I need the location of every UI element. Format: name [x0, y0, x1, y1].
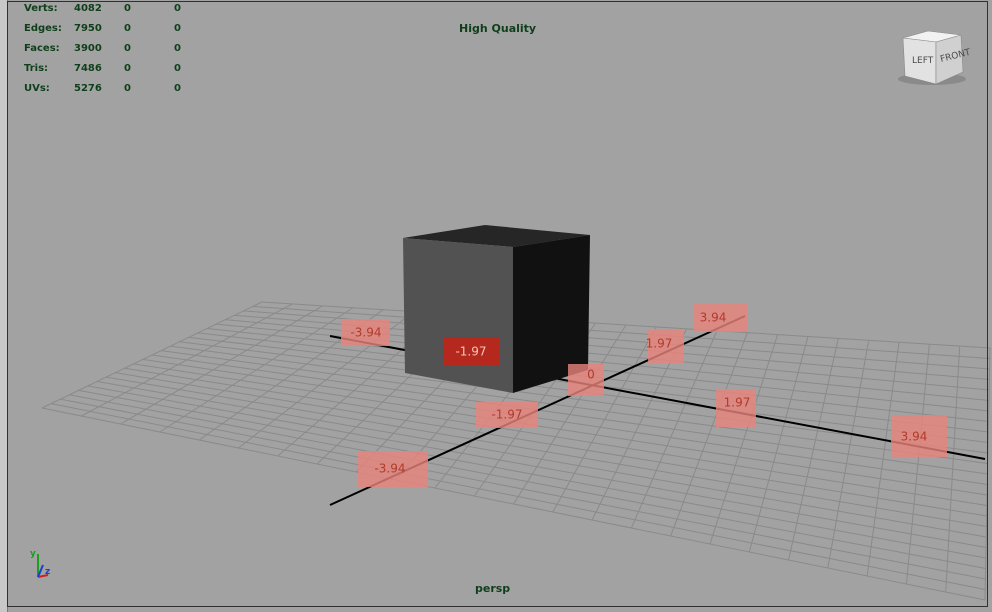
measure-label-x-pos-near[interactable]: 1.97 [646, 329, 684, 363]
svg-text:-1.97: -1.97 [455, 345, 486, 359]
quality-mode-label: High Quality [459, 22, 537, 35]
left-panel-edge[interactable] [0, 0, 8, 612]
grid-line [827, 340, 870, 569]
svg-text:3.94: 3.94 [901, 430, 928, 444]
svg-text:-3.94: -3.94 [350, 326, 381, 340]
measure-label-z-neg-near[interactable]: -1.97 [443, 337, 500, 366]
svg-text:0: 0 [587, 368, 595, 382]
poly-count-hud: Verts: 4082 0 0 Edges: 7950 0 0 Faces: 3… [24, 3, 181, 94]
cube-front-face[interactable] [403, 238, 513, 393]
measure-label-origin[interactable]: 0 [568, 364, 604, 396]
persp-viewport[interactable]: -3.94 -1.97 -1.97 -3.94 0 1.97 3.94 1.97… [0, 0, 992, 612]
view-cube-left-label: LEFT [912, 56, 934, 66]
measure-label-x-neg-far[interactable]: -3.94 [358, 451, 428, 487]
svg-text:1.97: 1.97 [724, 396, 751, 410]
measure-label-x-neg-near[interactable]: -1.97 [476, 402, 538, 428]
svg-text:1.97: 1.97 [646, 337, 673, 351]
svg-text:-3.94: -3.94 [374, 462, 405, 476]
grid-line [905, 344, 930, 585]
axis-y-label: y [30, 549, 36, 559]
polygon-cube[interactable] [403, 225, 590, 393]
axis-z-label: z [45, 567, 50, 577]
grid-line [709, 334, 779, 545]
grid-line [788, 338, 839, 561]
axis-gizmo: y z [30, 549, 50, 578]
svg-text:3.94: 3.94 [700, 311, 727, 325]
camera-name-label: persp [475, 582, 511, 595]
grid-line [670, 332, 748, 537]
measure-label-z-pos-far[interactable]: 3.94 [891, 415, 947, 457]
svg-text:-1.97: -1.97 [491, 408, 522, 422]
measure-label-z-neg-far[interactable]: -3.94 [341, 319, 390, 346]
grid-line [945, 346, 961, 593]
measure-label-x-pos-far[interactable]: 3.94 [694, 304, 747, 332]
measure-label-z-pos-near[interactable]: 1.97 [716, 389, 756, 427]
view-cube[interactable]: LEFT FRONT [898, 30, 972, 85]
